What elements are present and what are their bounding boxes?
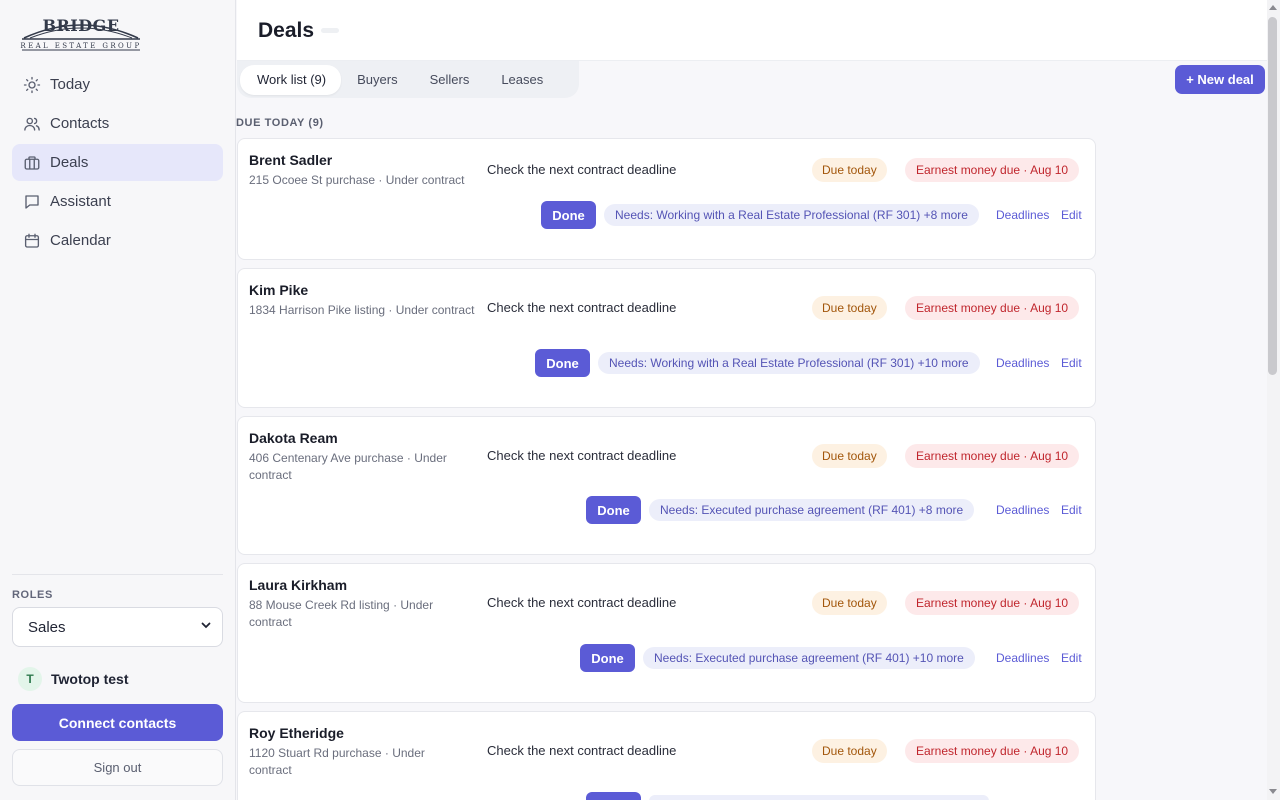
done-button[interactable]: Done <box>541 201 596 229</box>
deadlines-link[interactable]: Deadlines <box>996 208 1049 222</box>
sidebar-item-label: Deals <box>50 154 89 171</box>
roles-select[interactable]: Sales <box>12 607 223 647</box>
title-badge <box>321 28 339 33</box>
sidebar-item-deals[interactable]: Deals <box>12 144 223 181</box>
deadline-badge: Earnest money due · Aug 10 <box>905 739 1080 763</box>
user-name: Twotop test <box>51 671 129 687</box>
status-badge: Due today <box>812 158 887 182</box>
deal-address: 88 Mouse Creek Rd listing · Under contra… <box>249 598 434 629</box>
roles-select-value: Sales <box>28 618 66 636</box>
deal-task: Check the next contract deadline <box>487 595 677 610</box>
edit-link[interactable]: Edit <box>1061 208 1082 222</box>
deadlines-link[interactable]: Deadlines <box>996 651 1049 665</box>
chat-bubble-icon <box>22 192 42 212</box>
sun-icon <box>22 75 42 95</box>
avatar: T <box>18 667 42 691</box>
done-button[interactable]: Done <box>580 644 635 672</box>
tab-buyers[interactable]: Buyers <box>341 65 413 95</box>
deal-address: 215 Ocoee St purchase · Under contract <box>249 173 465 187</box>
brand-tagline: REAL ESTATE GROUP <box>20 42 142 50</box>
deal-address: 1834 Harrison Pike listing · Under contr… <box>249 303 475 317</box>
deadline-badge: Earnest money due · Aug 10 <box>905 444 1080 468</box>
sidebar-item-label: Calendar <box>50 232 111 249</box>
deal-card: Dakota Ream 406 Centenary Ave purchase ·… <box>237 416 1096 555</box>
brand-logo[interactable]: BRIDGE REAL ESTATE GROUP <box>20 16 142 54</box>
new-deal-button[interactable]: + New deal <box>1175 65 1265 94</box>
deal-address: 406 Centenary Ave purchase · Under contr… <box>249 451 447 482</box>
deadline-badge: Earnest money due · Aug 10 <box>905 591 1080 615</box>
edit-link[interactable]: Edit <box>1061 651 1082 665</box>
sidebar-item-calendar[interactable]: Calendar <box>12 222 223 259</box>
sidebar-item-today[interactable]: Today <box>12 66 223 103</box>
briefcase-icon <box>22 153 42 173</box>
scrollbar-thumb[interactable] <box>1268 17 1277 375</box>
sidebar-item-label: Today <box>50 76 91 93</box>
divider <box>12 574 223 575</box>
needs-badge[interactable]: Needs: Working with a Real Estate Profes… <box>598 352 980 374</box>
deal-name: Brent Sadler <box>249 152 333 168</box>
deal-card: Kim Pike 1834 Harrison Pike listing · Un… <box>237 268 1096 408</box>
page-title: Deals <box>258 19 315 42</box>
page-header: Deals <box>237 0 1267 61</box>
deal-name: Laura Kirkham <box>249 577 348 593</box>
chevron-down-icon <box>200 618 212 636</box>
deadlines-link[interactable]: Deadlines <box>996 356 1049 370</box>
calendar-icon <box>22 231 42 251</box>
needs-badge[interactable] <box>649 795 989 800</box>
sidebar-item-assistant[interactable]: Assistant <box>12 183 223 220</box>
deal-task: Check the next contract deadline <box>487 743 677 758</box>
deal-task: Check the next contract deadline <box>487 448 677 463</box>
deadline-badge: Earnest money due · Aug 10 <box>905 158 1080 182</box>
status-badge: Due today <box>812 591 887 615</box>
done-button[interactable]: Done <box>535 349 590 377</box>
sidebar: BRIDGE REAL ESTATE GROUP Today Contacts … <box>0 0 236 800</box>
users-icon <box>22 114 42 134</box>
deal-card: Brent Sadler 215 Ocoee St purchase · Und… <box>237 138 1096 260</box>
connect-contacts-button[interactable]: Connect contacts <box>12 704 223 741</box>
status-badge: Due today <box>812 739 887 763</box>
needs-badge[interactable]: Needs: Executed purchase agreement (RF 4… <box>643 647 975 669</box>
section-heading: DUE TODAY (9) <box>236 117 324 129</box>
deadline-badge: Earnest money due · Aug 10 <box>905 296 1080 320</box>
brand-name: BRIDGE <box>42 16 120 35</box>
sidebar-item-label: Assistant <box>50 193 111 210</box>
needs-badge[interactable]: Needs: Executed purchase agreement (RF 4… <box>649 499 975 521</box>
edit-link[interactable]: Edit <box>1061 503 1082 517</box>
tab-leases[interactable]: Leases <box>485 65 559 95</box>
done-button[interactable]: Done <box>586 496 641 524</box>
status-badge: Due today <box>812 444 887 468</box>
deadlines-link[interactable]: Deadlines <box>996 503 1049 517</box>
deal-address: 1120 Stuart Rd purchase · Under contract <box>249 746 425 777</box>
deal-tabs: Work list (9) Buyers Sellers Leases <box>237 61 579 98</box>
deal-name: Dakota Ream <box>249 430 338 446</box>
needs-badge[interactable]: Needs: Working with a Real Estate Profes… <box>604 204 979 226</box>
tab-work-list[interactable]: Work list (9) <box>240 64 342 95</box>
scroll-down-icon[interactable] <box>1269 789 1277 794</box>
status-badge: Due today <box>812 296 887 320</box>
deal-name: Roy Etheridge <box>249 725 344 741</box>
deal-task: Check the next contract deadline <box>487 162 677 177</box>
tab-sellers[interactable]: Sellers <box>414 65 486 95</box>
sidebar-nav: Today Contacts Deals Assistant Calendar <box>12 66 223 261</box>
deal-card: Roy Etheridge 1120 Stuart Rd purchase · … <box>237 711 1096 800</box>
current-user: T Twotop test <box>18 667 129 691</box>
scroll-up-icon[interactable] <box>1269 5 1277 10</box>
deal-card: Laura Kirkham 88 Mouse Creek Rd listing … <box>237 563 1096 703</box>
deal-task: Check the next contract deadline <box>487 300 677 315</box>
roles-label: ROLES <box>12 589 53 601</box>
edit-link[interactable]: Edit <box>1061 356 1082 370</box>
sidebar-item-label: Contacts <box>50 115 110 132</box>
deal-name: Kim Pike <box>249 282 309 298</box>
done-button[interactable] <box>586 792 641 800</box>
sign-out-button[interactable]: Sign out <box>12 749 223 786</box>
sidebar-item-contacts[interactable]: Contacts <box>12 105 223 142</box>
